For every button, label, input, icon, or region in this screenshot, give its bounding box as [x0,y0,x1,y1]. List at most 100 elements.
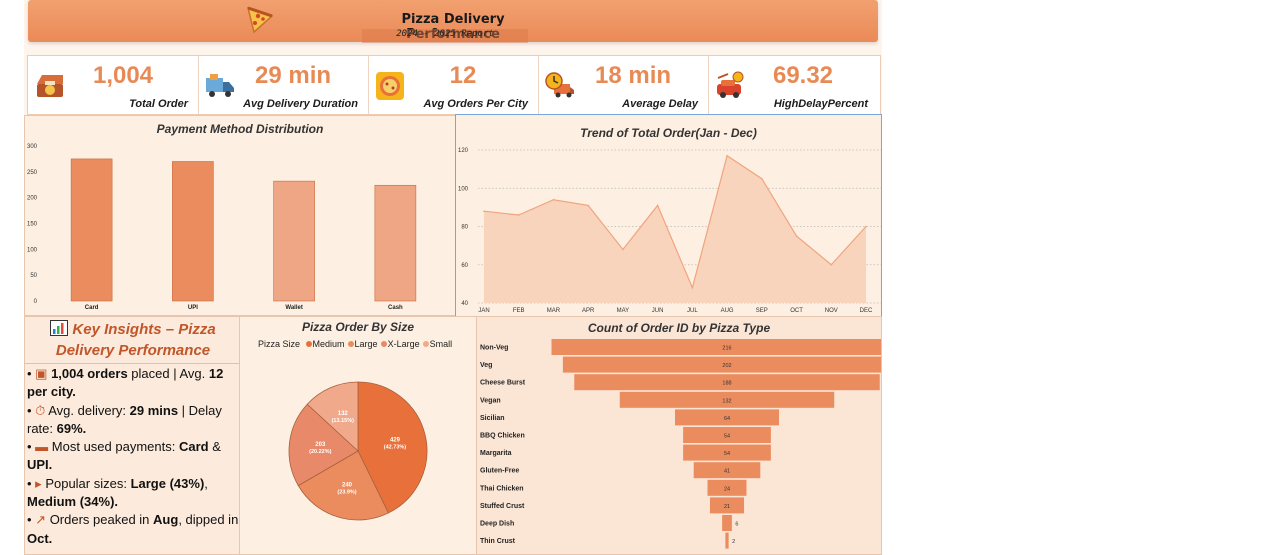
divider [25,363,239,364]
category-label: Gluten-Free [480,468,519,475]
slice-percent-label: (42.73%) [384,444,406,450]
bar [273,180,315,302]
box-icon: ▣ [35,366,52,381]
slice-percent-label: (23.9%) [337,489,356,495]
kpi-label: HighDelayPercent [773,98,868,110]
data-point [552,198,555,201]
insight-text: UPI. [27,457,53,473]
data-point [517,214,520,216]
data-point [830,263,833,266]
pizza-icon: ▸ [35,475,46,491]
insight-item: • ▸ Popular sizes: Large (43%), Medium (… [27,475,239,512]
y-tick-label: 60 [461,263,468,269]
data-label: 41 [724,469,730,475]
x-tick-label: JAN [478,308,489,314]
data-point [761,177,763,180]
trend-chart-icon: ↗ [35,512,50,528]
data-label: 54 [724,434,730,440]
kpi-value: 18 min [594,62,672,89]
insight-text: placed | Avg. [127,366,209,381]
x-tick-label: MAY [617,308,630,314]
payment-method-chart-panel: Payment Method Distribution 0 50 100 150 200… [24,115,456,316]
insight-text: Medium (34%). [27,494,119,510]
data-point [622,248,624,251]
y-tick-label: 40 [461,301,468,307]
funnel-bar [551,339,881,355]
pizza-type-chart-panel: Count of Order ID by Pizza Type Non-Veg 2… [476,316,882,555]
slice-value-label: 132 [338,411,349,417]
x-tick-label: JUN [652,308,664,314]
category-label: Thai Chicken [480,485,524,492]
data-label: 6 [735,522,738,528]
kpi-row: 1,004 Total Order 29 min Avg Delivery Du… [27,55,881,115]
insights-title-text: Key Insights – Pizza Delivery Performanc… [55,321,216,359]
y-tick-label: 200 [27,196,38,202]
dashboard: Pizza Delivery Performance 2024 - 2025 R… [24,0,882,555]
x-tick-label: SEP [756,308,768,314]
bar [172,161,214,302]
category-label: Margarita [480,450,512,457]
insight-text: , dipped in [178,512,239,528]
data-label: 202 [722,363,731,369]
data-point [795,235,798,237]
category-label: Cheese Burst [480,380,526,387]
page-subtitle: 2024 - 2025 Report [362,29,528,43]
insight-text: Oct. [27,530,53,546]
x-tick-label: UPI [188,305,198,311]
kpi-orders-per-city: 12 Avg Orders Per City [368,56,539,114]
funnel-bar [725,532,729,549]
kpi-total-order: 1,004 Total Order [28,56,199,114]
funnel-bar [722,515,732,531]
category-label: Vegan [480,397,501,404]
category-label: Sicilian [480,415,505,422]
y-tick-label: 300 [27,144,38,150]
data-point [656,204,659,207]
pizza-size-chart-panel: Pizza Order By Size Pizza Size Medium Lar… [239,316,477,555]
insight-text: 69%. [56,420,87,436]
kpi-value: 12 [449,62,477,89]
y-tick-label: 100 [458,186,469,192]
insight-text: 29 mins [129,402,179,418]
category-label: Stuffed Crust [480,503,525,510]
slice-percent-label: (13.15%) [332,418,354,424]
bar [70,158,113,302]
pizza-size-pie: 429(42.73%) 240(23.9%) 203(20.22%) 132(13.1… [288,381,428,521]
insight-item: • ⏱ Avg. delivery: 29 mins | Delay rate:… [27,402,239,439]
category-label: Deep Dish [480,521,514,528]
bullet: • [27,475,36,491]
category-label: Non-Veg [480,345,508,352]
pizza-type-funnel: Non-Veg 216Veg 202Cheese Burst 188Vegan 132S… [480,339,881,549]
data-label: 54 [724,451,730,457]
x-tick-label: JUL [687,308,698,314]
x-tick-label: MAR [547,308,561,314]
slice-value-label: 203 [315,442,326,448]
insight-text: Aug [153,512,179,528]
kpi-label: Average Delay [622,98,698,110]
insight-item: • ▣ 1,004 orders placed | Avg. 12 per ci… [27,365,239,402]
kpi-high-delay-percent: 69.32 HighDelayPercent [708,56,878,114]
data-label: 21 [724,504,730,510]
insights-title: Key Insights – Pizza Delivery Performanc… [33,319,233,361]
data-point [865,225,867,228]
insight-text: Orders peaked in [49,512,154,528]
x-tick-label: OCT [790,308,803,314]
insight-text: Large (43%) [130,475,205,491]
kpi-label: Avg Delivery Duration [243,98,358,110]
slice-value-label: 240 [342,482,353,488]
bullet: • [27,439,36,455]
y-tick-label: 100 [27,247,38,253]
insight-text: Most used payments: [51,439,179,455]
insight-text: 1,004 orders [51,366,128,381]
data-point [691,286,694,289]
category-label: Veg [480,362,492,369]
data-label: 2 [732,539,735,545]
y-tick-label: 150 [27,222,38,228]
kpi-value: 29 min [254,62,332,89]
insight-item: • ▬ Most used payments: Card & UPI. [27,438,239,475]
key-insights-panel: Key Insights – Pizza Delivery Performanc… [24,316,240,555]
category-label: BBQ Chicken [480,433,525,440]
insight-text: Avg. delivery: [48,402,130,418]
x-tick-label: FEB [513,308,525,314]
data-label: 132 [722,398,731,404]
insight-text: & [208,439,221,455]
